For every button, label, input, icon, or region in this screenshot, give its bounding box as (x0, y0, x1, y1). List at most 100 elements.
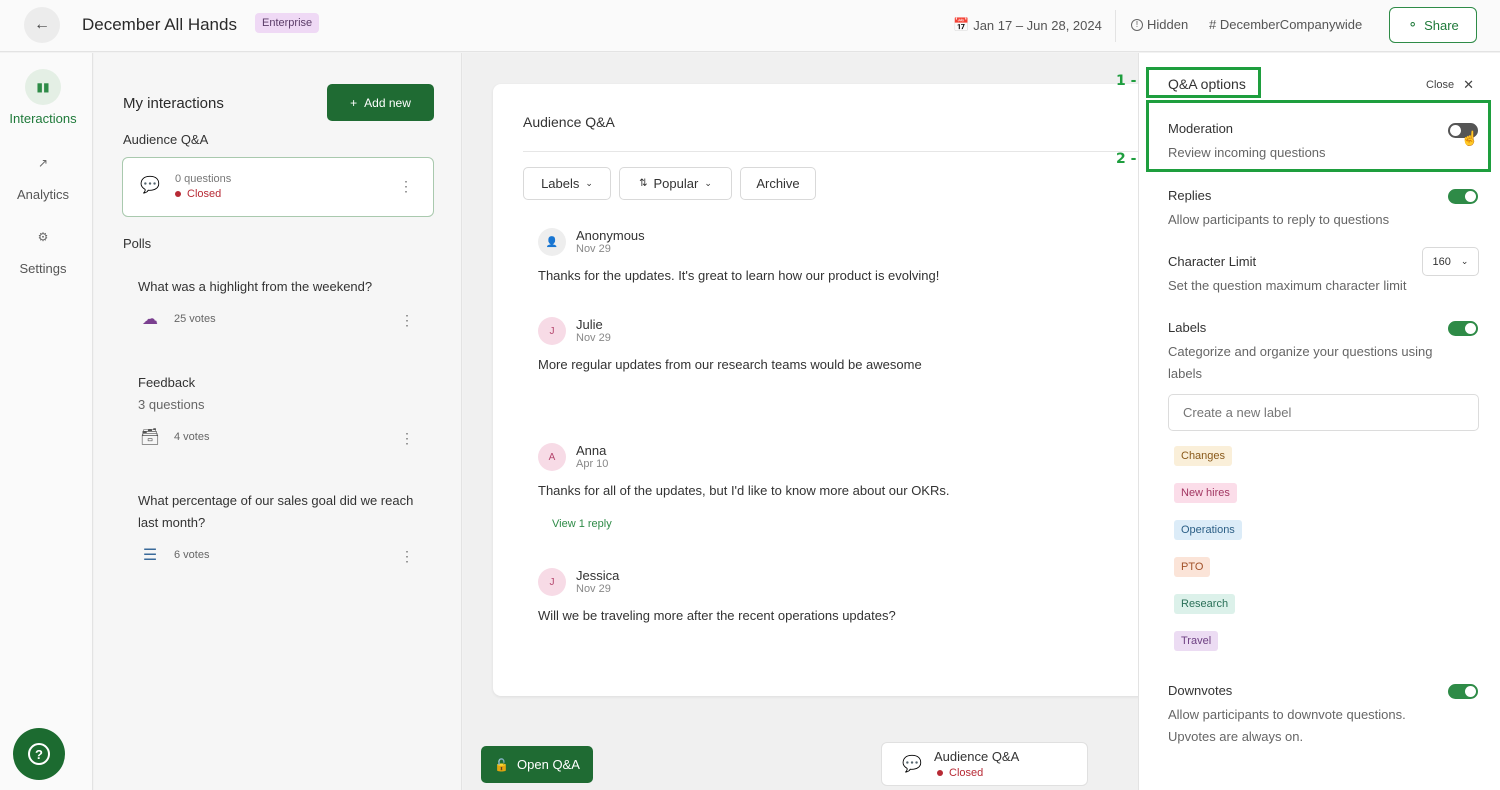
add-new-button[interactable]: + Add new (327, 84, 434, 121)
share-label: Share (1424, 17, 1459, 33)
active-interaction-card[interactable]: 💬 Audience Q&A Closed (881, 742, 1088, 786)
sort-icon: ⇅ (639, 178, 648, 189)
poll-question: Feedback (138, 375, 196, 390)
status-badge: Closed (175, 188, 221, 200)
option-title: Downvotes (1168, 683, 1233, 698)
poll-question: What was a highlight from the weekend? (138, 279, 373, 294)
lock-icon: 🔓 (494, 757, 510, 772)
label-chip[interactable]: PTO (1174, 557, 1211, 577)
channel-link[interactable]: # DecemberCompanywide (1209, 17, 1362, 32)
avatar: A (538, 443, 566, 471)
question-item[interactable]: 👤 Anonymous Nov 29 Thanks for the update… (538, 228, 1138, 283)
archive-button[interactable]: Archive (740, 167, 816, 200)
poll-votes: 25 votes (174, 313, 216, 325)
close-icon: ✕ (1463, 77, 1475, 92)
rail-item-settings[interactable]: ⚙ Settings (0, 219, 86, 276)
downvotes-option: Downvotes Allow participants to downvote… (1168, 683, 1478, 748)
qa-card[interactable]: 💬 0 questions Closed ⋮ (122, 157, 434, 217)
open-qa-button[interactable]: 🔓 Open Q&A (481, 746, 593, 783)
labels-option: Labels Categorize and organize your ques… (1168, 320, 1478, 385)
date-range[interactable]: 📅 Jan 17 – Jun 28, 2024 (953, 17, 1102, 33)
calendar-icon: 📅 (953, 17, 970, 32)
poll-item[interactable]: What was a highlight from the weekend? ☁… (138, 276, 428, 330)
character-limit-select[interactable]: 160 ⌄ (1422, 247, 1479, 276)
sort-filter[interactable]: ⇅ Popular ⌄ (619, 167, 732, 200)
labels-filter[interactable]: Labels ⌄ (523, 167, 611, 200)
labels-toggle[interactable] (1448, 321, 1478, 336)
back-button[interactable]: ← (24, 7, 60, 43)
trend-icon: ↗ (37, 156, 49, 170)
label-chip[interactable]: Changes (1174, 446, 1233, 466)
replies-toggle[interactable] (1448, 189, 1478, 204)
rail-item-interactions[interactable]: ▮▮ Interactions (0, 69, 86, 126)
status-dot (937, 770, 943, 776)
close-label: Close (1426, 79, 1455, 91)
question-text: Will we be traveling more after the rece… (538, 608, 896, 623)
question-item[interactable]: J Jessica Nov 29 Will we be traveling mo… (538, 568, 1138, 623)
question-header: A Anna Apr 10 (538, 443, 1138, 471)
avatar: J (538, 568, 566, 596)
share-icon: ⚬ (1407, 17, 1419, 32)
visibility-label: Hidden (1147, 17, 1189, 32)
status-badge: Closed (937, 767, 983, 779)
option-description: Set the question maximum character limit (1168, 278, 1407, 293)
label-chip[interactable]: New hires (1174, 483, 1237, 503)
character-limit-value: 160 (1432, 255, 1451, 268)
status-dot (175, 191, 181, 197)
info-icon: ! (1131, 18, 1143, 31)
new-label-input[interactable] (1168, 394, 1479, 431)
option-description: Allow participants to reply to questions (1168, 212, 1390, 227)
label-chip[interactable]: Travel (1174, 631, 1219, 651)
author-name: Anna (576, 443, 607, 458)
archive-label: Archive (756, 176, 800, 191)
more-options-icon[interactable]: ⋮ (400, 430, 414, 447)
label-chip[interactable]: Research (1174, 594, 1236, 614)
more-options-icon[interactable]: ⋮ (400, 312, 414, 329)
multiple-choice-icon: ☰ (142, 547, 158, 564)
chevron-down-icon: ⌄ (704, 178, 712, 188)
event-title: December All Hands (82, 15, 237, 34)
user-icon: 👤 (538, 228, 566, 256)
question-text: More regular updates from our research t… (538, 357, 922, 372)
visibility-toggle[interactable]: ! Hidden (1131, 17, 1188, 32)
question-author: Anna Apr 10 (576, 443, 608, 471)
downvotes-toggle[interactable] (1448, 684, 1478, 699)
annotation-box-2 (1146, 100, 1491, 172)
option-title: Replies (1168, 188, 1212, 203)
chat-bubbles-icon: 💬 (902, 756, 922, 773)
question-date: Nov 29 (576, 583, 611, 595)
poll-subtitle: 3 questions (138, 397, 205, 412)
arrow-left-icon: ← (34, 16, 50, 33)
date-range-label: Jan 17 – Jun 28, 2024 (973, 17, 1102, 33)
left-rail: ▮▮ Interactions ↗ Analytics ⚙ Settings (0, 53, 93, 790)
channel-label: # DecemberCompanywide (1209, 17, 1363, 32)
rail-item-analytics[interactable]: ↗ Analytics (0, 145, 86, 202)
divider (523, 151, 1163, 152)
poll-votes: 4 votes (174, 431, 210, 443)
survey-icon: 🗃 (139, 429, 161, 446)
share-button[interactable]: ⚬ Share (1389, 7, 1477, 43)
label-chip[interactable]: Operations (1174, 520, 1242, 540)
status-label: Closed (949, 767, 984, 779)
view-replies-link[interactable]: View 1 reply (552, 518, 1138, 530)
question-author: Anonymous Nov 29 (576, 228, 645, 256)
question-text: Thanks for the updates. It's great to le… (538, 268, 940, 283)
question-date: Nov 29 (576, 243, 611, 255)
sort-label: Popular (653, 176, 699, 191)
plus-icon: + (350, 95, 358, 110)
more-options-icon[interactable]: ⋮ (399, 178, 413, 195)
open-qa-label: Open Q&A (517, 757, 580, 772)
poll-item[interactable]: Feedback 3 questions 🗃 4 votes (138, 372, 428, 448)
close-button[interactable]: Close ✕ (1426, 77, 1474, 93)
question-item[interactable]: A Anna Apr 10 Thanks for all of the upda… (538, 443, 1138, 530)
poll-item[interactable]: What percentage of our sales goal did we… (138, 490, 428, 566)
question-item[interactable]: J Julie Nov 29 More regular updates from… (538, 317, 1138, 372)
question-header: J Jessica Nov 29 (538, 568, 1138, 596)
main-area: Audience Q&A Labels ⌄ ⇅ Popular ⌄ Archiv… (463, 53, 1163, 790)
poll-question: What percentage of our sales goal did we… (138, 493, 414, 530)
help-button[interactable]: ? (13, 728, 65, 780)
rail-label: Interactions (9, 111, 77, 126)
author-name: Julie (576, 317, 603, 332)
question-author: Jessica Nov 29 (576, 568, 619, 596)
more-options-icon[interactable]: ⋮ (400, 548, 414, 565)
